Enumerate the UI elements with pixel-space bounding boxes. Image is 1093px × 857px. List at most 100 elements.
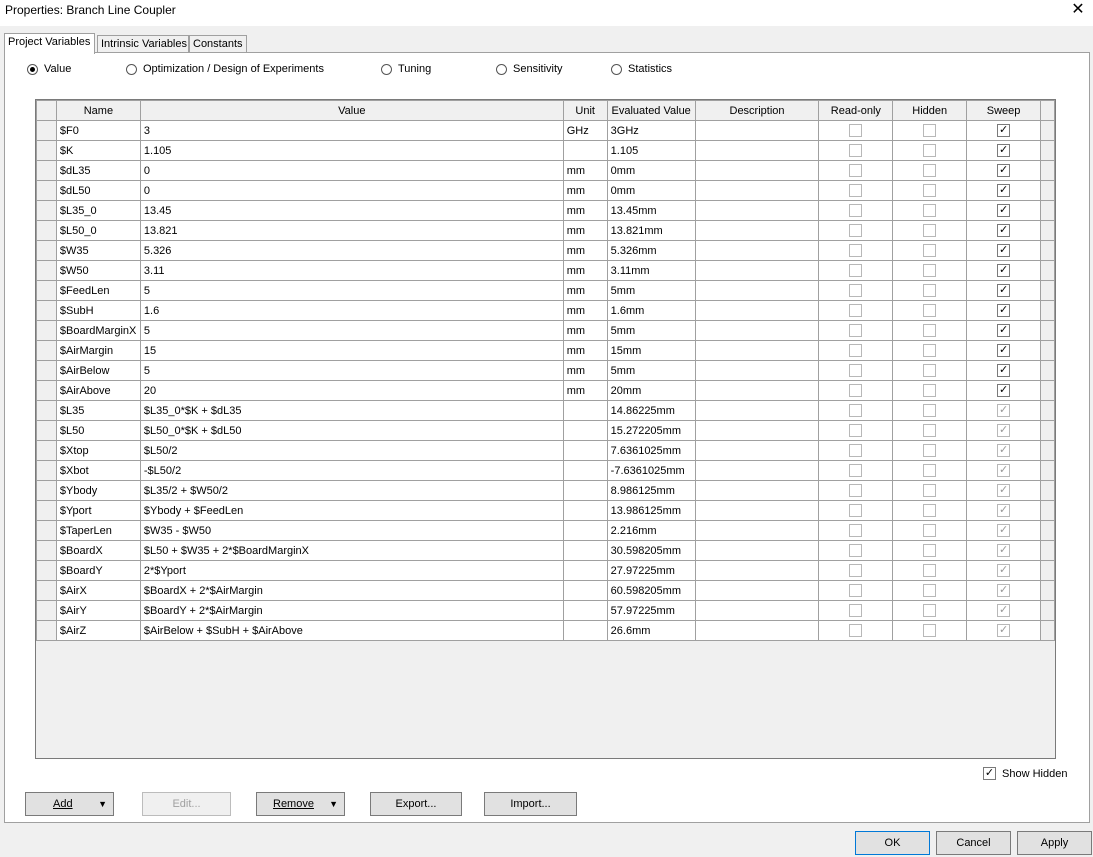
row-header[interactable]: [36, 140, 57, 161]
cell-name[interactable]: $dL50: [55, 180, 141, 201]
sweep-checkbox[interactable]: ✓: [997, 284, 1011, 297]
radio-value[interactable]: Value: [27, 63, 71, 75]
hidden-checkbox[interactable]: [923, 604, 937, 617]
cell-value[interactable]: 0: [139, 160, 564, 181]
radio-tuning[interactable]: Tuning: [381, 63, 431, 75]
cell-value[interactable]: $Ybody + $FeedLen: [139, 500, 564, 521]
table-row[interactable]: $AirZ $AirBelow + $SubH + $AirAbove 26.6mm…: [36, 620, 1055, 641]
apply-button[interactable]: Apply: [1017, 831, 1092, 855]
cell-value[interactable]: $L35/2 + $W50/2: [139, 480, 564, 501]
sweep-checkbox[interactable]: ✓: [997, 344, 1011, 357]
radio-sensitivity[interactable]: Sensitivity: [496, 63, 563, 75]
cell-name[interactable]: $AirY: [55, 600, 141, 621]
row-header[interactable]: [36, 360, 57, 381]
cell-description[interactable]: [694, 280, 820, 301]
hidden-checkbox[interactable]: [923, 564, 937, 577]
cell-unit[interactable]: [562, 460, 608, 481]
cell-name[interactable]: $AirX: [55, 580, 141, 601]
cell-description[interactable]: [694, 180, 820, 201]
table-row[interactable]: $W35 5.326 mm 5.326mm ✓: [36, 240, 1055, 261]
cell-description[interactable]: [694, 340, 820, 361]
read-only-checkbox[interactable]: [849, 524, 863, 537]
cell-description[interactable]: [694, 140, 820, 161]
sweep-checkbox[interactable]: ✓: [997, 464, 1011, 477]
hidden-checkbox[interactable]: [923, 624, 937, 637]
cell-description[interactable]: [694, 540, 820, 561]
cell-unit[interactable]: mm: [562, 340, 608, 361]
row-header[interactable]: [36, 240, 57, 261]
read-only-checkbox[interactable]: [849, 304, 863, 317]
cell-value[interactable]: 5.326: [139, 240, 564, 261]
col-header-sweep[interactable]: Sweep: [966, 100, 1041, 121]
hidden-checkbox[interactable]: [923, 264, 937, 277]
cell-description[interactable]: [694, 300, 820, 321]
cell-unit[interactable]: [562, 540, 608, 561]
cell-name[interactable]: $AirMargin: [55, 340, 141, 361]
row-header[interactable]: [36, 400, 57, 421]
cell-unit[interactable]: [562, 580, 608, 601]
read-only-checkbox[interactable]: [849, 244, 863, 257]
row-header[interactable]: [36, 180, 57, 201]
table-row[interactable]: $AirY $BoardY + 2*$AirMargin 57.97225mm ✓: [36, 600, 1055, 621]
cell-value[interactable]: $L50/2: [139, 440, 564, 461]
sweep-checkbox[interactable]: ✓: [997, 144, 1011, 157]
hidden-checkbox[interactable]: [923, 144, 937, 157]
cell-name[interactable]: $Xbot: [55, 460, 141, 481]
sweep-checkbox[interactable]: ✓: [997, 124, 1011, 137]
sweep-checkbox[interactable]: ✓: [997, 424, 1011, 437]
cell-value[interactable]: $L35_0*$K + $dL35: [139, 400, 564, 421]
cell-unit[interactable]: mm: [562, 240, 608, 261]
cell-name[interactable]: $L50: [55, 420, 141, 441]
cell-value[interactable]: $L50 + $W35 + 2*$BoardMarginX: [139, 540, 564, 561]
read-only-checkbox[interactable]: [849, 564, 863, 577]
row-header[interactable]: [36, 500, 57, 521]
row-header[interactable]: [36, 580, 57, 601]
import-button[interactable]: Import...: [484, 792, 577, 816]
cell-name[interactable]: $BoardX: [55, 540, 141, 561]
cell-unit[interactable]: mm: [562, 280, 608, 301]
row-header[interactable]: [36, 340, 57, 361]
remove-button[interactable]: Remove ▼: [256, 792, 345, 816]
cell-description[interactable]: [694, 580, 820, 601]
row-header[interactable]: [36, 280, 57, 301]
cell-name[interactable]: $K: [55, 140, 141, 161]
chevron-down-icon[interactable]: ▼: [329, 793, 338, 815]
cancel-button[interactable]: Cancel: [936, 831, 1011, 855]
cell-description[interactable]: [694, 600, 820, 621]
radio-statistics[interactable]: Statistics: [611, 63, 672, 75]
table-row[interactable]: $L35 $L35_0*$K + $dL35 14.86225mm ✓: [36, 400, 1055, 421]
row-header[interactable]: [36, 560, 57, 581]
cell-unit[interactable]: [562, 440, 608, 461]
cell-value[interactable]: $BoardY + 2*$AirMargin: [139, 600, 564, 621]
table-row[interactable]: $F0 3 GHz 3GHz ✓: [36, 120, 1055, 141]
cell-unit[interactable]: GHz: [562, 120, 608, 141]
cell-description[interactable]: [694, 440, 820, 461]
read-only-checkbox[interactable]: [849, 324, 863, 337]
read-only-checkbox[interactable]: [849, 444, 863, 457]
cell-value[interactable]: $L50_0*$K + $dL50: [139, 420, 564, 441]
cell-value[interactable]: 5: [139, 320, 564, 341]
cell-name[interactable]: $SubH: [55, 300, 141, 321]
read-only-checkbox[interactable]: [849, 284, 863, 297]
cell-unit[interactable]: [562, 420, 608, 441]
add-button[interactable]: Add ▼: [25, 792, 114, 816]
read-only-checkbox[interactable]: [849, 224, 863, 237]
cell-value[interactable]: 2*$Yport: [139, 560, 564, 581]
cell-unit[interactable]: [562, 480, 608, 501]
row-header[interactable]: [36, 620, 57, 641]
table-row[interactable]: $TaperLen $W35 - $W50 2.216mm ✓: [36, 520, 1055, 541]
row-header[interactable]: [36, 300, 57, 321]
cell-value[interactable]: -$L50/2: [139, 460, 564, 481]
cell-name[interactable]: $W35: [55, 240, 141, 261]
export-button[interactable]: Export...: [370, 792, 462, 816]
cell-name[interactable]: $BoardY: [55, 560, 141, 581]
sweep-checkbox[interactable]: ✓: [997, 184, 1011, 197]
row-header[interactable]: [36, 420, 57, 441]
ok-button[interactable]: OK: [855, 831, 930, 855]
cell-description[interactable]: [694, 220, 820, 241]
cell-description[interactable]: [694, 480, 820, 501]
sweep-checkbox[interactable]: ✓: [997, 244, 1011, 257]
read-only-checkbox[interactable]: [849, 124, 863, 137]
sweep-checkbox[interactable]: ✓: [997, 224, 1011, 237]
cell-value[interactable]: 5: [139, 360, 564, 381]
